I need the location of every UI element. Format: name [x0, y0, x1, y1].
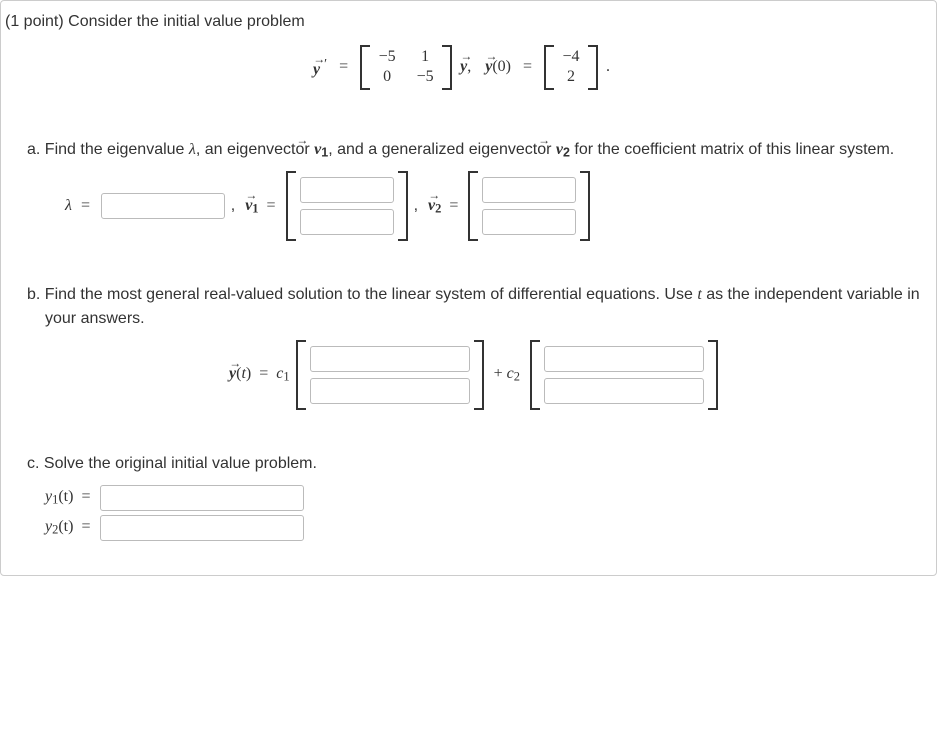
lambda-eq-label: λ =: [65, 197, 95, 215]
y-prime-vec: y: [313, 61, 320, 78]
A-11: −5: [413, 68, 437, 86]
intro-line: (1 point) Consider the initial value pro…: [3, 13, 920, 31]
equals-2: =: [519, 58, 536, 76]
v1-symbol: v: [314, 141, 321, 158]
part-b-letter: b.: [27, 286, 40, 303]
part-a-text: a. Find the eigenvalue λ, an eigenvector…: [27, 138, 920, 162]
equals-1: =: [335, 58, 352, 76]
part-b: b. Find the most general real-valued sol…: [27, 283, 920, 409]
y0-0: −4: [559, 48, 583, 66]
part-a-inputs-row: λ = , v1 = , v2 =: [65, 171, 920, 241]
comma-2: ,: [414, 197, 418, 215]
y-of-t-label: y(t) = c1: [229, 365, 290, 384]
v2-row2-input[interactable]: [482, 209, 576, 235]
A-01: 1: [413, 48, 437, 66]
v1-row2-input[interactable]: [300, 209, 394, 235]
v2-row1-input[interactable]: [482, 177, 576, 203]
v1-matrix: [286, 171, 408, 241]
c1-row1-input[interactable]: [310, 346, 470, 372]
plus-c2-label: + c2: [490, 365, 524, 384]
y1-label: y1(t) =: [45, 488, 94, 507]
matrix-A: −5 1 0 −5: [360, 45, 452, 90]
y2-label: y2(t) =: [45, 518, 94, 537]
y0-vec-label: y: [485, 58, 492, 75]
y2-input[interactable]: [100, 515, 304, 541]
y0-1: 2: [559, 68, 583, 86]
comma-1: ,: [231, 197, 235, 215]
part-b-inputs-row: y(t) = c1 + c2: [27, 340, 920, 410]
lambda-symbol: λ: [189, 141, 196, 158]
v1-eq-label: v1 =: [241, 197, 279, 216]
v2-matrix: [468, 171, 590, 241]
part-a: a. Find the eigenvalue λ, an eigenvector…: [27, 138, 920, 242]
part-c: c. Solve the original initial value prob…: [27, 452, 920, 541]
c1-matrix: [296, 340, 484, 410]
v1-row1-input[interactable]: [300, 177, 394, 203]
y-vec: y: [460, 58, 467, 75]
A-00: −5: [375, 48, 399, 66]
problem-container: (1 point) Consider the initial value pro…: [0, 0, 937, 576]
y0-vector: −4 2: [544, 45, 598, 90]
part-c-letter: c.: [27, 455, 39, 472]
initial-value-equation: y′ = −5 1 0 −5 y, y(0) =: [3, 45, 920, 90]
c2-matrix: [530, 340, 718, 410]
intro-text: Consider the initial value problem: [68, 13, 305, 30]
v2-eq-label: v2 =: [424, 197, 462, 216]
period: .: [606, 58, 610, 76]
part-b-text: b. Find the most general real-valued sol…: [27, 283, 920, 329]
y1-row: y1(t) =: [45, 485, 920, 511]
part-c-text: c. Solve the original initial value prob…: [27, 452, 920, 475]
v2-symbol: v: [556, 141, 563, 158]
A-10: 0: [375, 68, 399, 86]
c1-row2-input[interactable]: [310, 378, 470, 404]
y2-row: y2(t) =: [45, 515, 920, 541]
c2-row2-input[interactable]: [544, 378, 704, 404]
lambda-input[interactable]: [101, 193, 225, 219]
part-a-letter: a.: [27, 141, 40, 158]
points-label: (1 point): [5, 13, 64, 30]
y1-input[interactable]: [100, 485, 304, 511]
c2-row1-input[interactable]: [544, 346, 704, 372]
